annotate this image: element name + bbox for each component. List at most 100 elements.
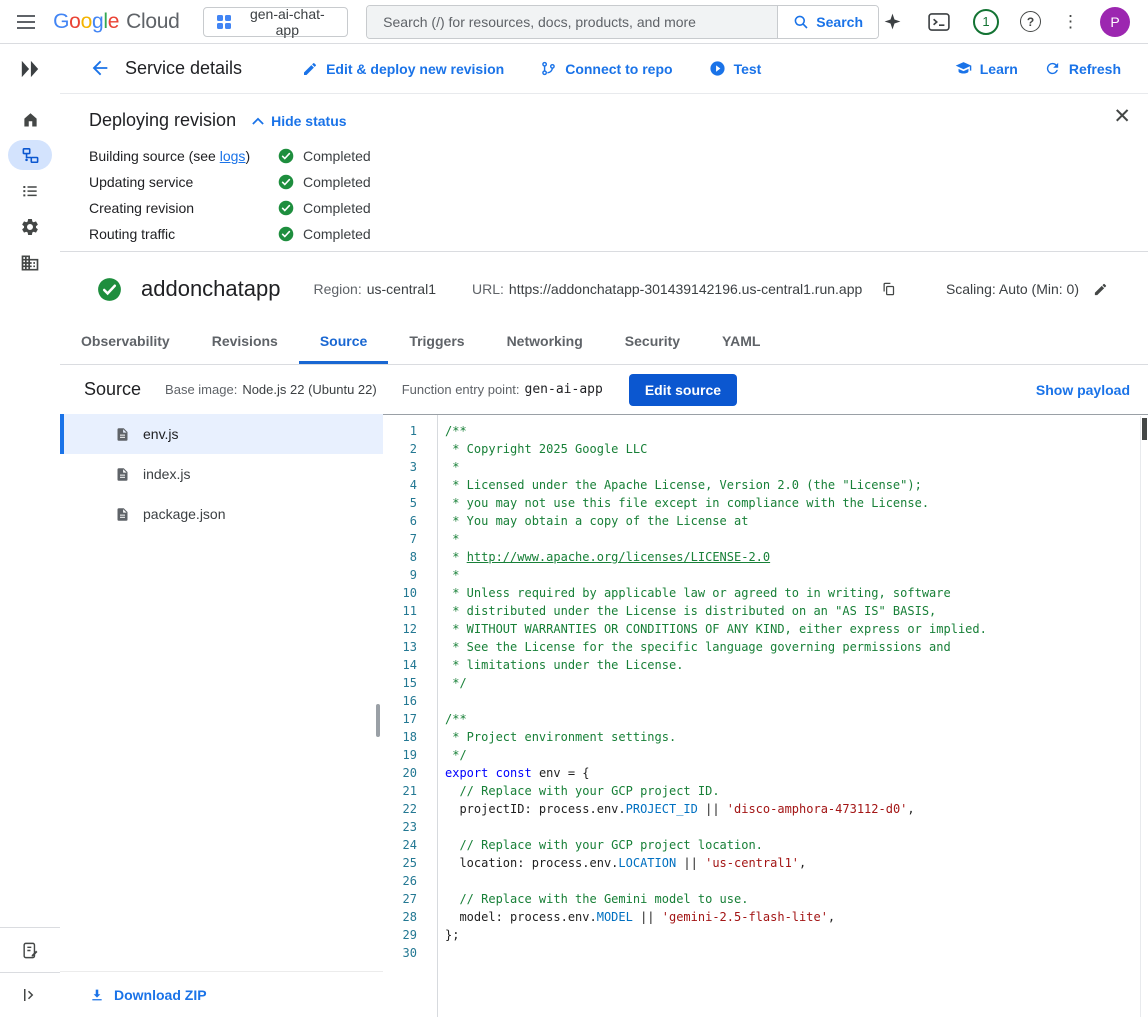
line-number: 22 — [383, 800, 417, 818]
copy-url-icon[interactable] — [881, 281, 896, 297]
editor-scrollbar[interactable] — [1140, 416, 1148, 1017]
step-status-text: Completed — [303, 226, 371, 242]
search-input[interactable] — [367, 6, 777, 38]
code-line: export const env = { — [445, 764, 1148, 782]
step-label: Creating revision — [89, 200, 278, 216]
check-circle-icon — [278, 174, 294, 190]
check-circle-icon — [278, 226, 294, 242]
tab-revisions[interactable]: Revisions — [191, 320, 299, 364]
chevron-up-icon — [252, 117, 264, 125]
menu-icon[interactable] — [14, 10, 37, 34]
rail-item-services[interactable] — [0, 137, 60, 173]
cloud-shell-icon[interactable] — [926, 9, 952, 35]
line-number: 13 — [383, 638, 417, 656]
learn-button[interactable]: Learn — [955, 60, 1018, 77]
connect-repo-button[interactable]: Connect to repo — [540, 60, 672, 77]
collapse-rail-icon[interactable] — [0, 973, 60, 1017]
repo-branch-icon — [540, 60, 557, 77]
tab-networking[interactable]: Networking — [486, 320, 604, 364]
code-editor[interactable]: 1234567891011121314151617181920212223242… — [383, 414, 1148, 1017]
step-status: Completed — [278, 200, 371, 216]
code-line: * Licensed under the Apache License, Ver… — [445, 476, 1148, 494]
editor-scrollbar-thumb[interactable] — [1142, 418, 1147, 440]
check-circle-icon — [278, 200, 294, 216]
rail-item-domains[interactable] — [0, 245, 60, 281]
code-line: */ — [445, 674, 1148, 692]
code-gutter: 1234567891011121314151617181920212223242… — [383, 415, 437, 1017]
download-zip-button[interactable]: Download ZIP — [60, 971, 383, 1017]
code-line: * you may not use this file except in co… — [445, 494, 1148, 512]
line-number: 26 — [383, 872, 417, 890]
logs-link[interactable]: logs — [220, 148, 246, 164]
step-status-text: Completed — [303, 174, 371, 190]
rail-item-home[interactable] — [0, 101, 60, 137]
line-number: 24 — [383, 836, 417, 854]
services-active-pill — [8, 140, 52, 170]
gear-icon — [20, 217, 40, 237]
test-button[interactable]: Test — [709, 60, 762, 77]
rail-bottom — [0, 927, 60, 1017]
tab-yaml[interactable]: YAML — [701, 320, 781, 364]
tab-source[interactable]: Source — [299, 320, 388, 364]
header-actions: Edit & deploy new revision Connect to re… — [302, 60, 761, 77]
code-line: // Replace with your GCP project ID. — [445, 782, 1148, 800]
step-label: Routing traffic — [89, 226, 278, 242]
code-line: * Copyright 2025 Google LLC — [445, 440, 1148, 458]
tab-triggers[interactable]: Triggers — [388, 320, 485, 364]
rail-item-jobs[interactable] — [0, 173, 60, 209]
more-options-icon[interactable]: ⋮ — [1062, 13, 1079, 30]
file-env.js[interactable]: env.js — [60, 414, 383, 454]
step-label: Updating service — [89, 174, 278, 190]
avatar[interactable]: P — [1100, 7, 1130, 37]
tab-observability[interactable]: Observability — [60, 320, 191, 364]
release-notes-icon[interactable] — [0, 928, 60, 972]
back-button[interactable] — [89, 57, 113, 81]
code-line: * WITHOUT WARRANTIES OR CONDITIONS OF AN… — [445, 620, 1148, 638]
file-index.js[interactable]: index.js — [60, 454, 383, 494]
code-line: location: process.env.LOCATION || 'us-ce… — [445, 854, 1148, 872]
file-package.json[interactable]: package.json — [60, 494, 383, 534]
edit-deploy-button[interactable]: Edit & deploy new revision — [302, 60, 504, 77]
base-image: Base image: Node.js 22 (Ubuntu 22) — [165, 382, 377, 397]
hide-status-button[interactable]: Hide status — [252, 113, 346, 129]
line-number: 2 — [383, 440, 417, 458]
rail-item-integrations[interactable] — [0, 209, 60, 245]
file-icon — [115, 466, 130, 483]
edit-scaling-icon[interactable] — [1093, 282, 1108, 297]
file-tree: env.js index.jspackage.json Download ZIP — [60, 414, 383, 1017]
code-line: * You may obtain a copy of the License a… — [445, 512, 1148, 530]
file-name: env.js — [143, 426, 179, 442]
trial-status-badge[interactable]: 1 — [973, 9, 999, 35]
code-line: model: process.env.MODEL || 'gemini-2.5-… — [445, 908, 1148, 926]
play-circle-icon — [709, 60, 726, 77]
code-line — [445, 872, 1148, 890]
file-tree-scrollbar[interactable] — [376, 704, 380, 737]
step-status: Completed — [278, 174, 371, 190]
check-circle-icon — [278, 148, 294, 164]
file-icon — [115, 426, 130, 443]
search-button[interactable]: Search — [777, 6, 878, 38]
edit-source-button[interactable]: Edit source — [629, 374, 737, 406]
step-status-text: Completed — [303, 200, 371, 216]
line-number: 5 — [383, 494, 417, 512]
show-payload-link[interactable]: Show payload — [1036, 382, 1130, 398]
page-title: Service details — [125, 58, 242, 79]
project-selector[interactable]: gen-ai-chat-app — [203, 7, 348, 37]
search-icon — [793, 14, 809, 30]
code-line: // Replace with your GCP project locatio… — [445, 836, 1148, 854]
tab-security[interactable]: Security — [604, 320, 701, 364]
line-number: 9 — [383, 566, 417, 584]
line-number: 19 — [383, 746, 417, 764]
code-line: * — [445, 566, 1148, 584]
help-icon[interactable]: ? — [1020, 11, 1041, 32]
line-number: 7 — [383, 530, 417, 548]
service-name: addonchatapp — [141, 276, 280, 302]
refresh-button[interactable]: Refresh — [1044, 60, 1121, 77]
line-number: 28 — [383, 908, 417, 926]
left-rail — [0, 44, 60, 1017]
gemini-icon[interactable] — [879, 9, 905, 35]
close-panel-icon[interactable]: ✕ — [1113, 106, 1131, 127]
code-line: * limitations under the License. — [445, 656, 1148, 674]
code-line: * Project environment settings. — [445, 728, 1148, 746]
code-line: */ — [445, 746, 1148, 764]
